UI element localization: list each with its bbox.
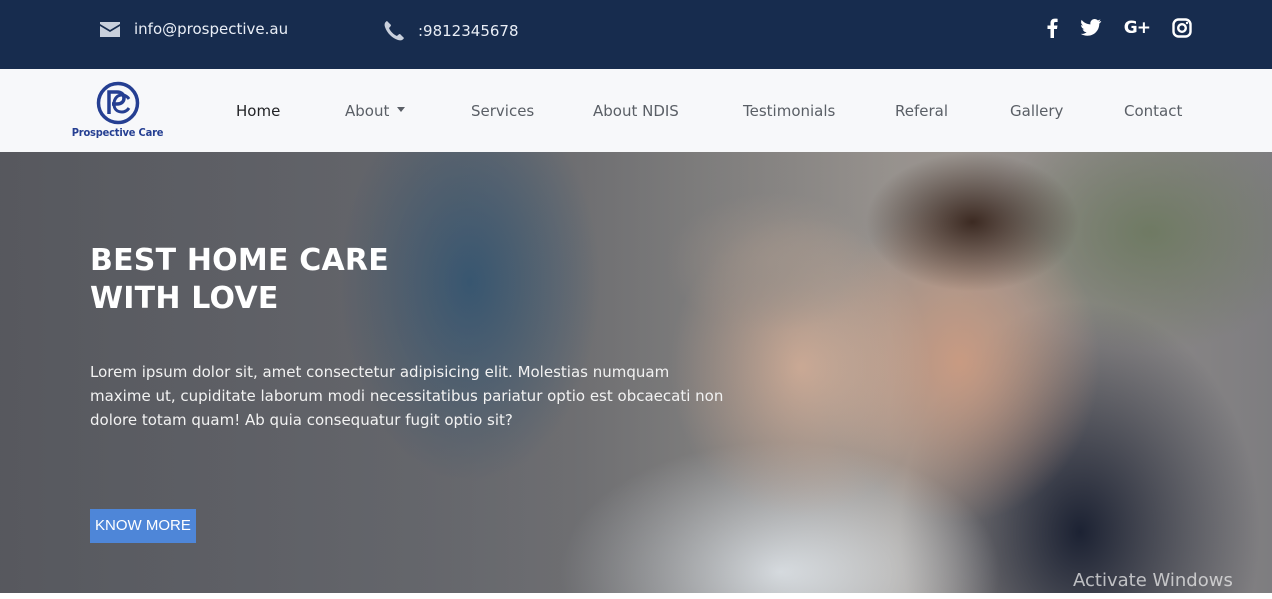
facebook-icon[interactable] [1046,17,1058,39]
nav-home[interactable]: Home [236,102,280,120]
prospective-care-logo-icon [96,81,139,125]
google-plus-icon[interactable]: G+ [1124,17,1151,39]
nav-testimonials[interactable]: Testimonials [743,102,835,120]
social-links: G+ [1024,17,1192,39]
phone-contact[interactable]: :9812345678 [383,20,519,42]
twitter-icon[interactable] [1080,17,1102,39]
phone-icon [384,21,404,41]
logo-text: Prospective Care [71,126,164,139]
page-bottom-edge [0,593,1272,599]
nav-gallery[interactable]: Gallery [1010,102,1063,120]
nav-referal[interactable]: Referal [895,102,948,120]
top-contact-bar: info@prospective.au :9812345678 G+ [0,0,1272,69]
instagram-icon[interactable] [1172,17,1192,39]
nav-about[interactable]: About [345,102,406,120]
nav-contact[interactable]: Contact [1124,102,1182,120]
hero-banner: BEST HOME CARE WITH LOVE Lorem ipsum dol… [0,152,1272,593]
nav-about-label: About [345,102,390,120]
phone-text[interactable]: :9812345678 [418,22,519,40]
main-navbar: Prospective Care Home About Services Abo… [0,69,1272,152]
hero-title: BEST HOME CARE WITH LOVE [90,242,389,318]
know-more-button[interactable]: KNOW MORE [90,509,196,543]
envelope-icon [100,21,120,37]
hero-description: Lorem ipsum dolor sit, amet consectetur … [90,363,724,429]
brand-logo[interactable]: Prospective Care [70,81,165,143]
email-text[interactable]: info@prospective.au [134,20,288,38]
hero-title-line-2: WITH LOVE [90,281,279,316]
nav-about-ndis[interactable]: About NDIS [593,102,679,120]
nav-services[interactable]: Services [471,102,534,120]
activate-windows-watermark: Activate Windows [1073,570,1233,591]
caret-down-icon [397,107,406,112]
email-contact[interactable]: info@prospective.au [99,20,288,38]
hero-title-line-1: BEST HOME CARE [90,243,389,278]
